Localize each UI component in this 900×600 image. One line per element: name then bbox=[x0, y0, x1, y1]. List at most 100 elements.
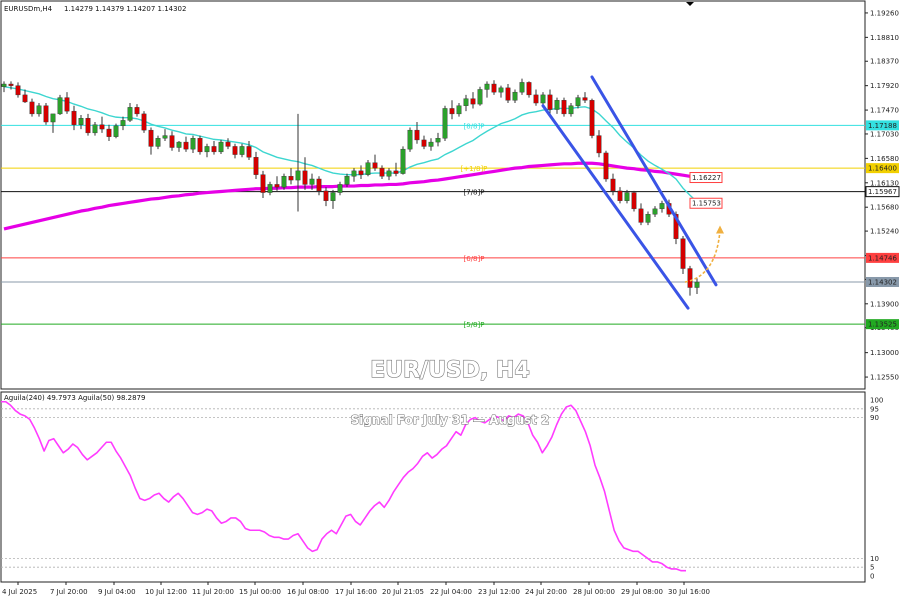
candle-body bbox=[512, 91, 518, 101]
x-tick-label: 20 Jul 21:05 bbox=[382, 588, 424, 596]
chart-canvas: [+1/8]P[8/8]P[7/8]P[6/8]P[5/8]P 1.192601… bbox=[0, 0, 900, 596]
candle-body bbox=[183, 141, 189, 150]
candle-body bbox=[463, 98, 469, 106]
x-tick-label: 7 Jul 20:00 bbox=[50, 588, 88, 596]
candle-body bbox=[365, 162, 371, 175]
candle-body bbox=[526, 82, 532, 96]
candle-body bbox=[36, 105, 42, 115]
y-tick-label: 1.19260 bbox=[870, 9, 899, 17]
candle-body bbox=[498, 87, 504, 93]
x-tick-label: 17 Jul 16:00 bbox=[335, 588, 377, 596]
y-tick-label: 1.18370 bbox=[870, 58, 899, 66]
candle-body bbox=[281, 176, 287, 188]
candle-body bbox=[687, 268, 693, 288]
candle-body bbox=[1, 83, 7, 87]
candle-body bbox=[190, 138, 196, 150]
candle-body bbox=[603, 152, 609, 180]
candle-body bbox=[428, 141, 434, 147]
candle-body bbox=[337, 184, 343, 193]
candle-body bbox=[302, 170, 308, 185]
candle-body bbox=[225, 141, 231, 147]
x-tick-label: 16 Jul 08:00 bbox=[287, 588, 329, 596]
candle-body bbox=[575, 97, 581, 106]
candle-body bbox=[659, 203, 665, 210]
x-tick-label: 29 Jul 08:00 bbox=[621, 588, 663, 596]
x-tick-label: 9 Jul 04:00 bbox=[98, 588, 136, 596]
candle-body bbox=[540, 94, 546, 104]
candle-body bbox=[288, 176, 294, 181]
price-tag-label: 1.14302 bbox=[868, 278, 897, 286]
candle-body bbox=[435, 138, 441, 143]
chart-overlay-title: EUR/USD, H4 bbox=[370, 358, 530, 383]
candle-body bbox=[372, 162, 378, 169]
candle-body bbox=[8, 83, 14, 86]
candle-body bbox=[484, 83, 490, 90]
candle-body bbox=[330, 192, 336, 201]
level-label: [7/8]P bbox=[464, 189, 485, 197]
x-tick-label: 10 Jul 12:00 bbox=[145, 588, 187, 596]
indicator-tick-label: 95 bbox=[870, 405, 879, 413]
candle-body bbox=[386, 170, 392, 177]
indicator-tick-label: 90 bbox=[870, 414, 879, 422]
candle-body bbox=[442, 108, 448, 139]
candle-body bbox=[477, 89, 483, 105]
candle-body bbox=[631, 192, 637, 210]
indicator-tick-label: 0 bbox=[870, 573, 874, 581]
y-tick-label: 1.15240 bbox=[870, 228, 899, 236]
candle-body bbox=[113, 125, 119, 137]
candle-body bbox=[421, 139, 427, 147]
candle-body bbox=[400, 148, 406, 174]
x-tick-label: 28 Jul 00:00 bbox=[573, 588, 615, 596]
indicator-tick-label: 5 bbox=[870, 564, 874, 572]
candle-body bbox=[351, 170, 357, 177]
candle-body bbox=[71, 110, 77, 125]
indicator-label: Aguila(240) 49.7973 Aguila(50) 98.2879 bbox=[4, 394, 145, 402]
candle-body bbox=[106, 128, 112, 137]
candle-body bbox=[491, 83, 497, 93]
x-tick-label: 30 Jul 16:00 bbox=[668, 588, 710, 596]
candle-body bbox=[554, 100, 560, 110]
y-tick-label: 1.17470 bbox=[870, 107, 899, 115]
candle-body bbox=[260, 174, 266, 193]
candle-body bbox=[379, 167, 385, 177]
candle-body bbox=[645, 214, 651, 223]
chart-ohlc-label: 1.14279 1.14379 1.14207 1.14302 bbox=[64, 5, 186, 13]
candle-body bbox=[162, 135, 168, 139]
price-tag-label: 1.15967 bbox=[868, 188, 897, 196]
candle-body bbox=[29, 101, 35, 115]
candle-body bbox=[43, 105, 49, 123]
candle-body bbox=[414, 129, 420, 141]
candle-body bbox=[197, 138, 203, 153]
candle-body bbox=[407, 129, 413, 150]
candle-body bbox=[617, 190, 623, 201]
level-label: [6/8]P bbox=[464, 255, 485, 263]
candle-body bbox=[680, 238, 686, 269]
candle-body bbox=[568, 105, 574, 115]
indicator-tick-label: 100 bbox=[870, 397, 883, 405]
y-tick-label: 1.13000 bbox=[870, 349, 899, 357]
price-tag-label: 1.17188 bbox=[868, 122, 897, 130]
y-tick-label: 1.15680 bbox=[870, 204, 899, 212]
price-tag-label: 1.13525 bbox=[868, 321, 897, 329]
candle-body bbox=[78, 118, 84, 125]
candle-body bbox=[344, 176, 350, 185]
candle-body bbox=[176, 141, 182, 148]
candle-body bbox=[533, 94, 539, 104]
candle-body bbox=[232, 146, 238, 155]
x-tick-label: 11 Jul 20:00 bbox=[192, 588, 234, 596]
y-tick-label: 1.13900 bbox=[870, 300, 899, 308]
candle-body bbox=[638, 208, 644, 223]
candle-body bbox=[148, 129, 154, 147]
candle-body bbox=[358, 170, 364, 175]
x-tick-label: 15 Jul 00:00 bbox=[239, 588, 281, 596]
candle-body bbox=[141, 113, 147, 131]
x-tick-label: 22 Jul 04:00 bbox=[430, 588, 472, 596]
candle-body bbox=[274, 184, 280, 188]
candle-body bbox=[127, 107, 133, 121]
candle-body bbox=[624, 192, 630, 201]
level-label: [5/8]P bbox=[464, 321, 485, 329]
candle-body bbox=[596, 135, 602, 154]
price-panel bbox=[0, 0, 866, 390]
x-tick-label: 4 Jul 2025 bbox=[2, 588, 37, 596]
candle-body bbox=[295, 170, 301, 181]
